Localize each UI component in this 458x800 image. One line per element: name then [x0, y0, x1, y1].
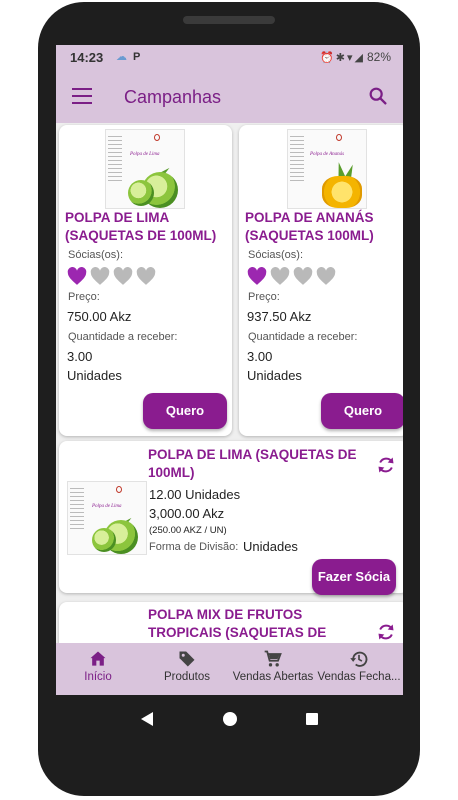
campaign-card-grid[interactable]: Polpa de Lima POLPA DE LIMA (SAQUETAS DE …	[59, 125, 232, 436]
price-value: 937.50 Akz	[247, 309, 312, 324]
home-icon	[90, 651, 106, 666]
heart-empty-icon	[316, 267, 336, 285]
quantity-unit: Unidades	[67, 368, 122, 383]
campaign-list[interactable]: Polpa de Lima POLPA DE LIMA (SAQUETAS DE …	[56, 123, 403, 643]
nav-inicio[interactable]: Início	[70, 643, 126, 695]
product-image: Polpa de Lima	[65, 481, 149, 555]
quantity-value: 3.00	[67, 349, 93, 364]
quantity-value: 3.00	[247, 349, 273, 364]
refresh-icon[interactable]	[376, 622, 396, 642]
phone-speaker	[183, 16, 275, 24]
product-title: POLPA DE ANANÁS (SAQUETAS 100ML)	[245, 210, 374, 243]
quantity-value: 12.00 Unidades	[149, 487, 241, 502]
partners-label: Sócias(os):	[68, 249, 124, 261]
fazer-socia-button[interactable]: Fazer Sócia	[312, 559, 396, 595]
partners-hearts	[247, 267, 336, 286]
quantity-label: Quantidade a receber:	[248, 331, 358, 343]
nav-vendas-fechadas[interactable]: Vendas Fecha...	[317, 643, 401, 695]
division-label: Forma de Divisão:	[149, 541, 239, 553]
nav-produtos[interactable]: Produtos	[156, 643, 218, 695]
nav-label: Vendas Abertas	[232, 671, 314, 683]
refresh-icon[interactable]	[376, 455, 396, 475]
heart-empty-icon	[113, 267, 133, 285]
price-label: Preço:	[68, 291, 100, 303]
app-screen: 14:23 ☁ P ⏰✱▾◢ 82% Campanhas Polpa de Lima…	[56, 45, 403, 695]
status-system-icons: ⏰✱▾◢ 82%	[320, 50, 391, 64]
heart-empty-icon	[270, 267, 290, 285]
system-recents-icon[interactable]	[306, 713, 318, 725]
battery-level: 82%	[366, 50, 391, 64]
price-value: 750.00 Akz	[67, 309, 132, 324]
status-bar: 14:23 ☁ P ⏰✱▾◢ 82%	[56, 45, 403, 71]
nav-label: Produtos	[163, 671, 211, 683]
heart-empty-icon	[90, 267, 110, 285]
search-icon[interactable]	[367, 85, 389, 107]
quero-button[interactable]: Quero	[143, 393, 227, 429]
heart-filled-icon	[247, 267, 267, 285]
system-home-icon[interactable]	[223, 712, 237, 726]
heart-filled-icon	[67, 267, 87, 285]
app-bar: Campanhas	[56, 71, 403, 123]
history-icon	[350, 651, 368, 667]
product-title: POLPA DE LIMA (SAQUETAS DE 100ML)	[148, 447, 357, 480]
tag-icon	[179, 651, 195, 667]
partners-label: Sócias(os):	[248, 249, 304, 261]
nav-label: Vendas Fecha...	[317, 671, 401, 683]
product-title: POLPA MIX DE FRUTOS TROPICAIS (SAQUETAS D…	[148, 607, 327, 640]
nav-vendas-abertas[interactable]: Vendas Abertas	[230, 643, 316, 695]
price-label: Preço:	[248, 291, 280, 303]
quero-button[interactable]: Quero	[321, 393, 403, 429]
campaign-card-list[interactable]: Polpa de Lima POLPA DE LIMA (SAQUETAS DE…	[59, 441, 403, 595]
page-title: Campanhas	[124, 87, 222, 107]
product-image: Polpa de Lima	[103, 129, 191, 211]
cart-icon	[264, 650, 282, 667]
campaign-card-list[interactable]: POLPA MIX DE FRUTOS TROPICAIS (SAQUETAS D…	[59, 602, 403, 643]
menu-icon[interactable]	[72, 88, 92, 104]
price-value: 3,000.00 Akz	[149, 506, 225, 521]
product-image: Polpa de Ananás	[285, 129, 373, 211]
campaign-card-grid[interactable]: Polpa de Ananás POLPA DE ANANÁS (SAQUETAS…	[239, 125, 403, 436]
quantity-unit: Unidades	[247, 368, 302, 383]
system-back-icon[interactable]	[141, 712, 153, 726]
status-time: 14:23	[70, 50, 104, 65]
quantity-label: Quantidade a receber:	[68, 331, 178, 343]
status-notification-icons: ☁ P	[116, 51, 141, 63]
division-value: Unidades	[243, 539, 298, 554]
product-title: POLPA DE LIMA (SAQUETAS DE 100ML)	[65, 210, 217, 243]
unit-price: (250.00 AKZ / UN)	[149, 525, 227, 536]
nav-label: Início	[84, 671, 112, 683]
partners-hearts	[67, 267, 156, 286]
heart-empty-icon	[293, 267, 313, 285]
bottom-navigation: Início Produtos Vendas Abertas Vendas Fe…	[56, 643, 403, 695]
heart-empty-icon	[136, 267, 156, 285]
app-notification-icon: P	[133, 51, 141, 63]
